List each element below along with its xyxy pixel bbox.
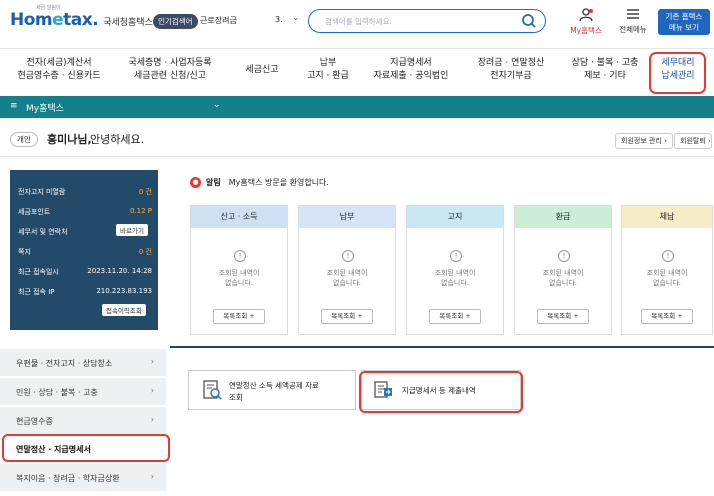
gnb-item-tax-report[interactable]: 세금신고 — [232, 64, 292, 77]
info-icon: ! — [342, 250, 354, 262]
search-box[interactable]: 검색어를 입력하세요. — [308, 9, 546, 33]
list-view-button[interactable]: 목록조회 + — [213, 309, 265, 324]
card-arrears: 체납 ! 조회된 내역이 없습니다. 목록조회 + — [621, 205, 713, 335]
chevron-down-icon[interactable]: ⌄ — [213, 100, 221, 110]
link-label: 연말정산 소득 세액공제 자료 조회 — [229, 381, 319, 402]
card-message: 조회된 내역이 없습니다. — [218, 269, 260, 287]
main-nav: 전자(세금)계산서 현금영수증 · 신용카드 국세증명 · 사업자등록 세금관련 신… — [0, 48, 714, 94]
list-view-button[interactable]: 목록조회 + — [641, 309, 693, 324]
highlight-box-submission-history — [359, 371, 523, 413]
nav-item-mail[interactable]: 우편물 · 전자고지 · 상담창소 › — [0, 349, 166, 377]
gnb-item-consult[interactable]: 상담 · 불복 · 고충 제보 · 기타 — [568, 57, 642, 83]
card-title[interactable]: 신고 · 소득 — [191, 206, 287, 228]
tax-office-button[interactable]: 바로가기 — [116, 224, 148, 236]
card-title[interactable]: 고지 — [407, 206, 503, 228]
old-menu-line1: 기존 홈택스 — [665, 12, 703, 21]
notice-line: ● 알림 My홈택스 방문을 환영합니다. — [190, 177, 329, 188]
alert-icon: ● — [190, 177, 201, 188]
header: Hometax. 세금 알림이 국세청홈택스 인기검색어 근로장려금 3. ⌄ … — [0, 0, 714, 44]
user-info-panel: 전자고지 미열람 0 건 세금포인트 0.12 P 세무서 및 연락처 바로가기 쪽… — [10, 170, 158, 330]
my-hometax-label: My홈택스 — [570, 26, 602, 35]
user-name: 홍미나님, — [47, 133, 92, 146]
chevron-right-icon: › — [150, 472, 154, 481]
menu-icon: ≡ — [10, 101, 18, 111]
nav-item-cash-receipt[interactable]: 현금영수증 › — [0, 407, 166, 435]
info-icon: ! — [558, 250, 570, 262]
popular-search-word[interactable]: 근로장려금 — [200, 15, 237, 26]
card-message: 조회된 내역이 없습니다. — [542, 269, 584, 287]
notice-label: 알림 — [206, 178, 221, 187]
logo-text: Hometax. — [10, 10, 99, 30]
popular-search-badge: 인기검색어 — [153, 14, 198, 29]
hamburger-icon — [627, 9, 639, 19]
highlight-box-tax-agent — [649, 52, 706, 94]
logo-tagline: 세금 알림이 — [36, 5, 61, 11]
my-hometax-button[interactable]: My홈택스 — [566, 8, 606, 36]
hometax-logo[interactable]: Hometax. 세금 알림이 국세청홈택스 — [10, 5, 153, 30]
card-title[interactable]: 납부 — [299, 206, 395, 228]
card-report-income: 신고 · 소득 ! 조회된 내역이 없습니다. 목록조회 + — [190, 205, 288, 335]
info-icon: ! — [234, 250, 246, 262]
notice-text: My홈택스 방문을 환영합니다. — [228, 178, 329, 187]
card-title[interactable]: 환급 — [515, 206, 611, 228]
gnb-item-certificate[interactable]: 국세증명 · 사업자등록 세금관련 신청/신고 — [118, 57, 222, 83]
all-menu-label: 전체메뉴 — [619, 25, 647, 34]
card-payment: 납부 ! 조회된 내역이 없습니다. 목록조회 + — [298, 205, 396, 335]
section-title: My홈택스 — [26, 104, 64, 114]
card-title[interactable]: 체납 — [622, 206, 712, 228]
logo-subtitle: 국세청홈택스 — [103, 18, 153, 28]
chevron-right-icon: › — [150, 386, 154, 395]
search-input[interactable]: 검색어를 입력하세요. — [325, 16, 392, 27]
nav-item-welfare[interactable]: 복지이음 · 장려금 · 학자금상환 › — [0, 464, 166, 492]
access-history-button[interactable]: 접속이력조회 — [102, 304, 146, 316]
card-message: 조회된 내역이 없습니다. — [434, 269, 476, 287]
chevron-down-icon[interactable]: ⌄ — [292, 13, 300, 23]
list-view-button[interactable]: 목록조회 + — [429, 309, 481, 324]
section-bar[interactable]: ≡ My홈택스 ⌄ — [0, 96, 714, 118]
card-message: 조회된 내역이 없습니다. — [646, 269, 688, 287]
search-icon[interactable] — [521, 13, 537, 32]
card-message: 조회된 내역이 없습니다. — [326, 269, 368, 287]
user-type-badge: 개인 — [10, 132, 38, 147]
left-nav: 우편물 · 전자고지 · 상담창소 › 민원 · 상담 · 불복 · 고충 › 현금… — [0, 345, 170, 496]
nav-item-civil[interactable]: 민원 · 상담 · 불복 · 고충 › — [0, 378, 166, 406]
list-view-button[interactable]: 목록조회 + — [537, 309, 589, 324]
gnb-item-incentive[interactable]: 장려금 · 연말정산 전자기부금 — [466, 57, 556, 83]
card-notice: 고지 ! 조회된 내역이 없습니다. 목록조회 + — [406, 205, 504, 335]
content-divider — [170, 346, 714, 348]
old-menu-line2: 메뉴 보기 — [669, 23, 699, 32]
withdraw-button[interactable]: 회원탈퇴 › — [674, 133, 712, 149]
card-refund: 환급 ! 조회된 내역이 없습니다. 목록조회 + — [514, 205, 612, 335]
chevron-right-icon: › — [150, 415, 154, 424]
all-menu-button[interactable]: 전체메뉴 — [613, 8, 653, 35]
gnb-item-payment[interactable]: 납부 고지 · 환급 — [298, 57, 358, 83]
document-search-icon — [201, 379, 223, 403]
highlight-box-year-end — [2, 434, 170, 462]
old-menu-button[interactable]: 기존 홈택스 메뉴 보기 — [658, 9, 710, 35]
link-year-end-deduction[interactable]: 연말정산 소득 세액공제 자료 조회 — [188, 370, 356, 410]
gnb-item-einvoice[interactable]: 전자(세금)계산서 현금영수증 · 신용카드 — [14, 57, 104, 83]
greeting-message: 안녕하세요. — [90, 133, 145, 146]
gnb-item-payment-statement[interactable]: 지급명세서 자료제출 · 공익법인 — [366, 57, 456, 83]
list-view-button[interactable]: 목록조회 + — [321, 309, 373, 324]
popular-search-rank: 3. — [275, 15, 283, 24]
user-icon — [579, 8, 593, 22]
info-icon: ! — [450, 250, 462, 262]
greeting-bar: 개인 홍미나님, 안녕하세요. 회원정보 관리 › 회원탈퇴 › — [0, 121, 714, 157]
chevron-right-icon: › — [150, 357, 154, 366]
info-icon: ! — [662, 250, 674, 262]
member-info-button[interactable]: 회원정보 관리 › — [615, 133, 673, 149]
